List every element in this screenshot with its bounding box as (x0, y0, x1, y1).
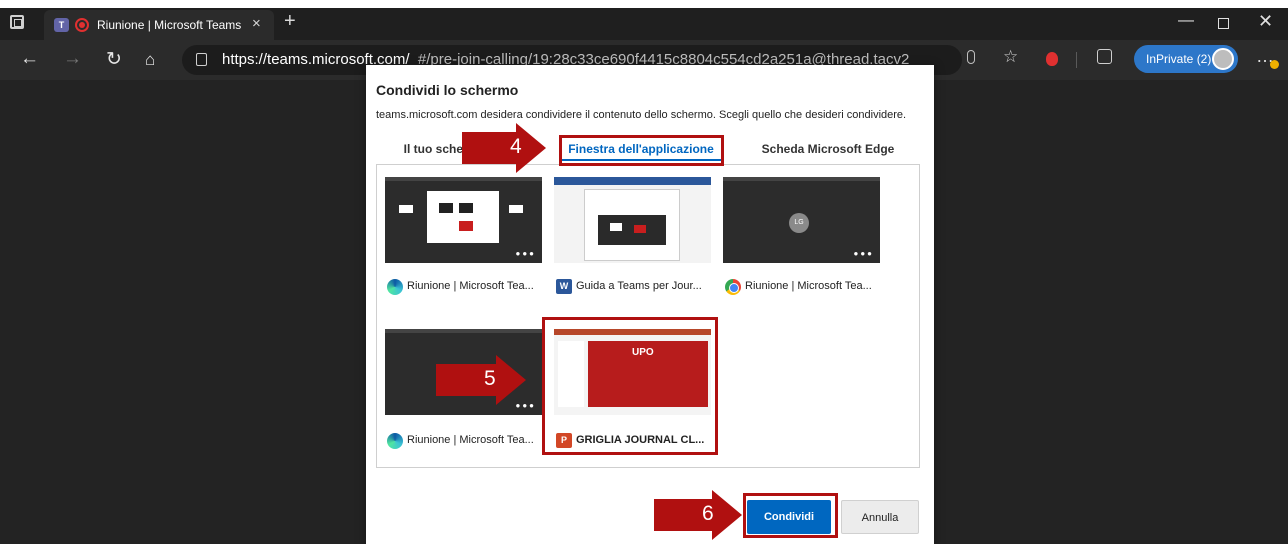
highlight-share-button (743, 493, 838, 538)
browser-tab[interactable]: T Riunione | Microsoft Teams × (44, 10, 274, 40)
forward-icon[interactable]: → (63, 48, 82, 70)
window-thumbnail[interactable]: LG ●●● (723, 177, 880, 263)
collections-icon[interactable] (1097, 49, 1112, 64)
step-4-number: 4 (510, 135, 522, 158)
window-thumbnail[interactable]: ●●● (385, 177, 542, 263)
window-label: Riunione | Microsoft Tea... (407, 434, 534, 446)
new-tab-button[interactable]: + (284, 10, 296, 33)
extension-icon[interactable] (1046, 52, 1058, 66)
minimize-icon[interactable]: — (1178, 12, 1194, 30)
highlight-app-tab (559, 135, 724, 166)
highlight-ppt-window (542, 317, 718, 455)
update-badge (1270, 60, 1279, 69)
window-label: Guida a Teams per Jour... (576, 280, 702, 292)
lock-icon (196, 53, 207, 66)
window-thumbnail[interactable] (554, 177, 711, 263)
step-6-arrow: 6 (654, 490, 743, 540)
inprivate-label: InPrivate (2) (1146, 52, 1212, 66)
home-icon[interactable]: ⌂ (145, 50, 155, 70)
favorites-icon[interactable]: ☆ (1003, 47, 1018, 67)
chrome-icon (725, 279, 741, 295)
refresh-icon[interactable]: ↻ (106, 48, 122, 71)
window-label: Riunione | Microsoft Tea... (745, 280, 872, 292)
tab-title: Riunione | Microsoft Teams (97, 18, 242, 32)
restore-icon[interactable] (1218, 18, 1229, 29)
cancel-button[interactable]: Annulla (841, 500, 919, 534)
dialog-description: teams.microsoft.com desidera condividere… (376, 109, 907, 121)
close-window-icon[interactable]: ✕ (1258, 11, 1273, 32)
word-icon: W (556, 279, 572, 294)
avatar: LG (789, 213, 809, 233)
tab-edge-tab[interactable]: Scheda Microsoft Edge (738, 137, 918, 161)
step-5-number: 5 (484, 367, 496, 390)
edge-icon (387, 433, 403, 449)
step-6-number: 6 (702, 502, 714, 525)
close-tab-icon[interactable]: × (252, 15, 261, 32)
avatar (1212, 48, 1234, 70)
tab-bar: T Riunione | Microsoft Teams × + — ✕ (0, 8, 1288, 40)
step-4-arrow: 4 (462, 123, 547, 173)
microphone-icon[interactable] (967, 50, 975, 64)
edge-icon (387, 279, 403, 295)
back-icon[interactable]: ← (20, 48, 39, 70)
dialog-title: Condividi lo schermo (376, 82, 519, 98)
recording-icon (75, 18, 89, 32)
window-label: Riunione | Microsoft Tea... (407, 280, 534, 292)
tab-actions-icon[interactable] (10, 15, 24, 29)
toolbar-divider (1076, 52, 1077, 68)
inprivate-button[interactable]: InPrivate (2) (1134, 45, 1238, 73)
step-5-arrow: 5 (436, 355, 528, 405)
teams-icon: T (54, 18, 69, 32)
